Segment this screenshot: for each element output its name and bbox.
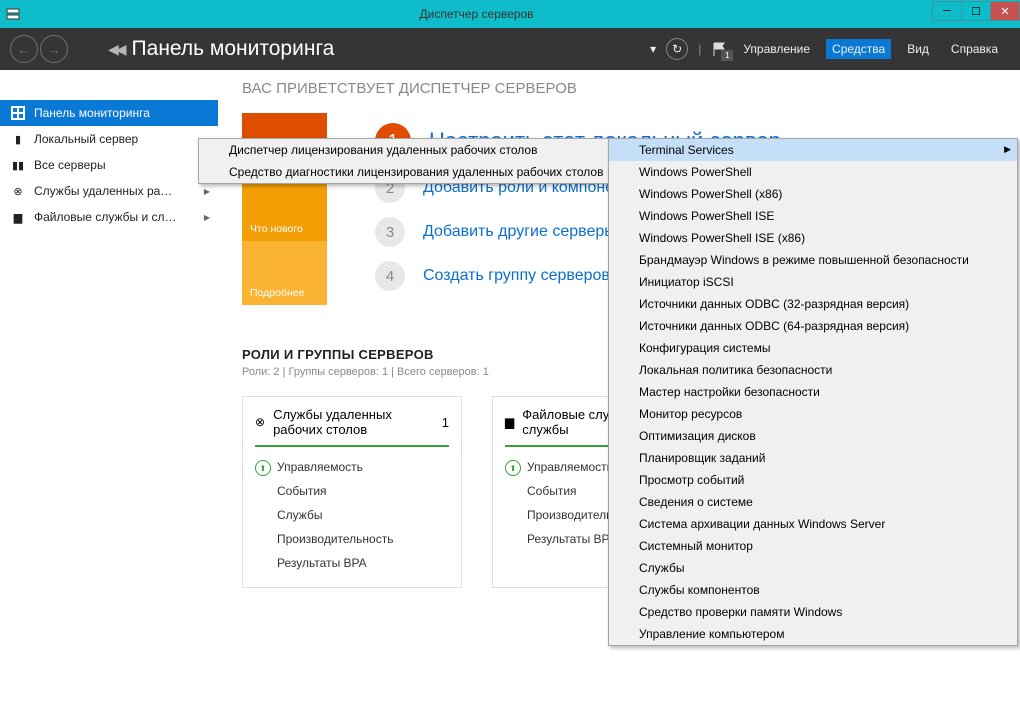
chevron-right-icon: ▶ [1004, 144, 1011, 155]
menu-tools[interactable]: Средства [826, 39, 891, 59]
sidebar-item-label: Все серверы [34, 158, 106, 172]
file-icon: ▆ [505, 415, 514, 429]
chevron-right-icon: ▶ [204, 213, 210, 222]
header-tools: ▾ ↻ | 1 Управление Средства Вид Справка [650, 38, 1020, 60]
menu-item[interactable]: Windows PowerShell (x86) [609, 183, 1017, 205]
collapse-icon[interactable]: ◀◀ [108, 41, 124, 58]
menu-item[interactable]: Брандмауэр Windows в режиме повышенной б… [609, 249, 1017, 271]
minimize-button[interactable]: ─ [932, 1, 962, 21]
menu-view[interactable]: Вид [901, 39, 935, 59]
menu-item[interactable]: Windows PowerShell ISE (x86) [609, 227, 1017, 249]
menu-item[interactable]: Системный монитор [609, 535, 1017, 557]
menu-item[interactable]: Система архивации данных Windows Server [609, 513, 1017, 535]
close-button[interactable]: ✕ [990, 1, 1020, 21]
chevron-right-icon: ▶ [204, 187, 210, 196]
menu-item[interactable]: Источники данных ODBC (32-разрядная верс… [609, 293, 1017, 315]
dashboard-icon [10, 105, 26, 121]
menu-item[interactable]: Планировщик заданий [609, 447, 1017, 469]
header: ← → ◀◀ Панель мониторинга ▾ ↻ | 1 Управл… [0, 28, 1020, 70]
welcome-title: Вас приветствует диспетчер серверов [242, 80, 996, 97]
menu-item[interactable]: Службы [609, 557, 1017, 579]
servers-icon: ▮▮ [10, 157, 26, 173]
notification-badge: 1 [721, 50, 733, 61]
menu-item[interactable]: Windows PowerShell [609, 161, 1017, 183]
nav-arrows: ← → [10, 35, 68, 63]
maximize-button[interactable]: ☐ [961, 1, 991, 21]
dropdown-icon[interactable]: ▾ [650, 42, 656, 56]
rds-icon: ⊗ [255, 415, 265, 429]
sidebar-item-label: Службы удаленных ра… [34, 184, 172, 198]
nav-back-button[interactable]: ← [10, 35, 38, 63]
menu-item[interactable]: Оптимизация дисков [609, 425, 1017, 447]
rds-icon: ⊗ [10, 183, 26, 199]
menu-help[interactable]: Справка [945, 39, 1004, 59]
divider: | [698, 42, 701, 56]
menu-item[interactable]: Монитор ресурсов [609, 403, 1017, 425]
sidebar-item-all[interactable]: ▮▮ Все серверы [0, 152, 218, 178]
server-icon [6, 7, 20, 21]
step-link[interactable]: Добавить другие серверы [423, 223, 616, 241]
step-number: 4 [375, 261, 405, 291]
menu-item[interactable]: Службы компонентов [609, 579, 1017, 601]
sidebar-item-rds[interactable]: ⊗ Службы удаленных ра… ▶ [0, 178, 218, 204]
menu-item[interactable]: Сведения о системе [609, 491, 1017, 513]
page-title: Панель мониторинга [132, 37, 335, 61]
sidebar-item-label: Панель мониторинга [34, 106, 150, 120]
step-number: 3 [375, 217, 405, 247]
menu-item[interactable]: Terminal Services▶ [609, 139, 1017, 161]
menu-item[interactable]: Источники данных ODBC (64-разрядная верс… [609, 315, 1017, 337]
tools-menu: Terminal Services▶Windows PowerShellWind… [608, 138, 1018, 646]
tile-more[interactable]: Подробнее [242, 241, 327, 305]
menu-item[interactable]: Инициатор iSCSI [609, 271, 1017, 293]
titlebar: Диспетчер серверов ─ ☐ ✕ [0, 0, 1020, 28]
sidebar-item-dashboard[interactable]: Панель мониторинга [0, 100, 218, 126]
menu-item[interactable]: Диспетчер лицензирования удаленных рабоч… [199, 139, 617, 161]
file-icon: ▆ [10, 209, 26, 225]
menu-item[interactable]: Локальная политика безопасности [609, 359, 1017, 381]
sidebar-item-label: Локальный сервер [34, 132, 138, 146]
role-name: Службы удаленных рабочих столов [273, 407, 434, 437]
step-link[interactable]: Создать группу серверов [423, 267, 610, 285]
window-title: Диспетчер серверов [20, 7, 933, 21]
menu-item[interactable]: Средство диагностики лицензирования удал… [199, 161, 617, 183]
role-item[interactable]: События [277, 479, 449, 503]
sidebar-item-label: Файловые службы и сл… [34, 210, 177, 224]
notifications-flag-icon[interactable]: 1 [711, 41, 727, 57]
menu-item[interactable]: Мастер настройки безопасности [609, 381, 1017, 403]
window-buttons: ─ ☐ ✕ [933, 0, 1020, 28]
sidebar-item-file[interactable]: ▆ Файловые службы и сл… ▶ [0, 204, 218, 230]
sidebar: Панель мониторинга ▮ Локальный сервер ▮▮… [0, 70, 218, 727]
role-item[interactable]: Службы [277, 503, 449, 527]
role-item[interactable]: Управляемость [277, 455, 449, 479]
refresh-icon[interactable]: ↻ [666, 38, 688, 60]
terminal-services-submenu: Диспетчер лицензирования удаленных рабоч… [198, 138, 618, 184]
role-item[interactable]: Результаты BPA [277, 551, 449, 575]
server-icon: ▮ [10, 131, 26, 147]
menu-item[interactable]: Просмотр событий [609, 469, 1017, 491]
menu-item[interactable]: Управление компьютером [609, 623, 1017, 645]
menu-item[interactable]: Конфигурация системы [609, 337, 1017, 359]
role-item[interactable]: Производительность [277, 527, 449, 551]
role-card-rds[interactable]: ⊗ Службы удаленных рабочих столов 1 Упра… [242, 396, 462, 588]
sidebar-item-local[interactable]: ▮ Локальный сервер [0, 126, 218, 152]
tile-whatsnew[interactable]: Что нового [242, 177, 327, 241]
menu-manage[interactable]: Управление [737, 39, 816, 59]
role-count: 1 [442, 415, 449, 430]
nav-forward-button[interactable]: → [40, 35, 68, 63]
menu-item[interactable]: Windows PowerShell ISE [609, 205, 1017, 227]
menu-item[interactable]: Средство проверки памяти Windows [609, 601, 1017, 623]
